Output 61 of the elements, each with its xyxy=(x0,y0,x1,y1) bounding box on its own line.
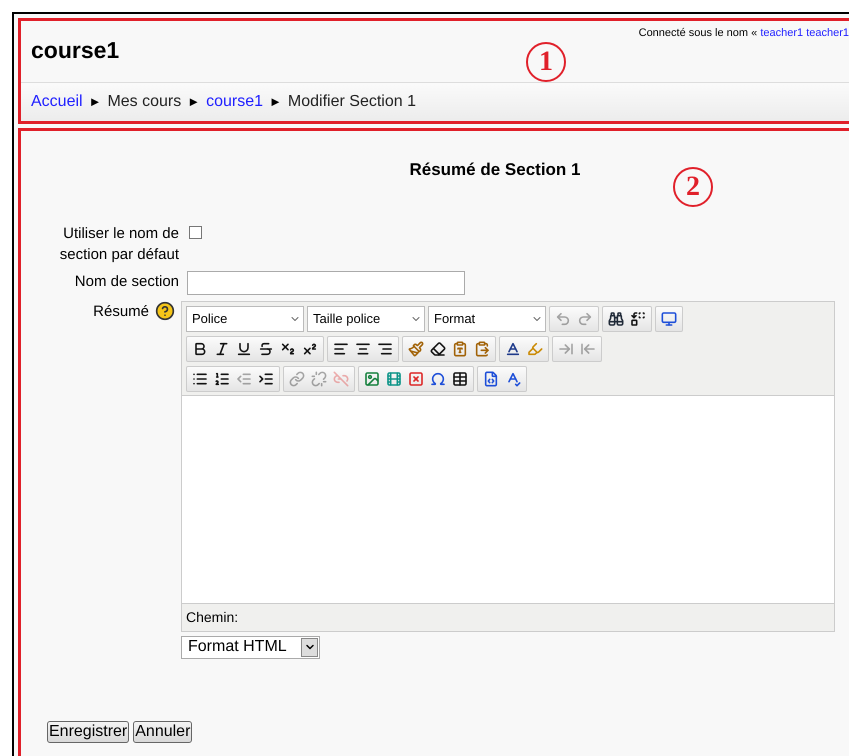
align-right-icon xyxy=(377,340,393,356)
bullet-list-icon xyxy=(192,370,208,386)
strikethrough-icon xyxy=(258,340,274,356)
checkbox[interactable] xyxy=(189,226,202,238)
film-icon xyxy=(386,370,402,386)
editor-dropdown[interactable]: Police xyxy=(186,306,304,332)
text-color-icon xyxy=(505,340,521,356)
help-icon[interactable] xyxy=(155,300,175,320)
square-x-icon xyxy=(408,370,424,386)
binoculars-icon xyxy=(608,310,624,326)
section-name-field[interactable] xyxy=(187,270,465,294)
paste-icon xyxy=(474,340,490,356)
breadcrumb-link[interactable]: course1 xyxy=(206,90,264,114)
form-heading: Résumé de Section 1 xyxy=(408,159,582,181)
login-info: Connecté sous le nom « teacher1 teacher1 xyxy=(638,26,849,41)
breadcrumb-separator: ► xyxy=(269,93,282,112)
omega-icon xyxy=(430,370,446,386)
form-button[interactable]: Enregistrer xyxy=(47,720,130,742)
paste-text-icon xyxy=(452,340,468,356)
breadcrumb-separator: ► xyxy=(88,93,102,112)
link-icon xyxy=(289,370,305,386)
align-left-icon xyxy=(333,340,349,356)
code-file-icon xyxy=(483,370,499,386)
course-title: course1 xyxy=(31,36,120,65)
path-label: Chemin: xyxy=(186,608,238,626)
broken-link-icon xyxy=(333,370,349,386)
superscript-icon xyxy=(302,340,318,356)
editor-dropdown[interactable]: Taille police xyxy=(307,306,425,332)
right-to-left-icon xyxy=(580,340,596,356)
annotation-number: 2 xyxy=(673,167,713,207)
indent-icon xyxy=(258,370,274,386)
replace-icon xyxy=(630,310,646,326)
underline-icon xyxy=(236,340,252,356)
monitor-icon xyxy=(661,310,677,326)
field-label: Utiliser le nom de section par défaut xyxy=(58,224,179,264)
eraser-icon xyxy=(430,340,446,356)
unlink-icon xyxy=(311,370,327,386)
bold-icon xyxy=(192,340,208,356)
left-to-right-icon xyxy=(558,340,574,356)
breadcrumb-link[interactable]: Accueil xyxy=(31,90,83,114)
redo-icon xyxy=(577,310,593,326)
breadcrumb-item: Modifier Section 1 xyxy=(288,92,416,112)
image-icon xyxy=(364,370,380,386)
field-label: Résumé xyxy=(93,302,149,322)
editor-dropdown[interactable]: Format xyxy=(428,306,546,332)
undo-icon xyxy=(555,310,571,326)
breadcrumb-item: Mes cours xyxy=(107,92,182,112)
format-select[interactable]: Format HTML xyxy=(181,636,320,658)
brush-icon xyxy=(408,340,424,356)
highlighter-icon xyxy=(527,340,543,356)
italic-icon xyxy=(214,340,230,356)
breadcrumb-separator: ► xyxy=(187,93,200,112)
numbered-list-icon xyxy=(214,370,230,386)
user-link[interactable]: teacher1 teacher1 xyxy=(760,27,849,39)
align-center-icon xyxy=(355,340,371,356)
outdent-icon xyxy=(236,370,252,386)
table-icon xyxy=(452,370,468,386)
spell-check-icon xyxy=(505,370,521,386)
subscript-icon xyxy=(280,340,296,356)
field-label: Nom de section xyxy=(74,272,179,292)
form-button[interactable]: Annuler xyxy=(133,720,192,742)
